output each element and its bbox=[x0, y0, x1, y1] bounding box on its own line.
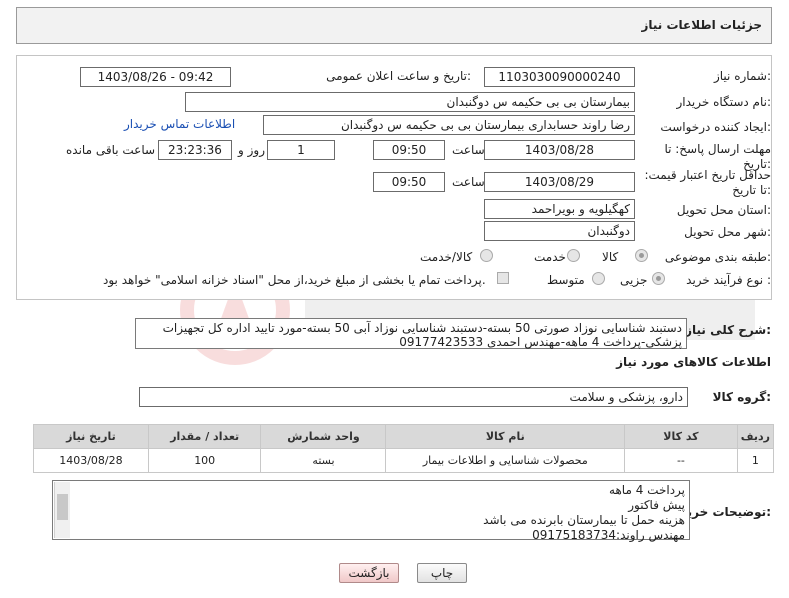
category-service-label: خدمت bbox=[534, 250, 566, 264]
city-field: دوگنبدان bbox=[484, 221, 635, 241]
treasury-checkbox[interactable] bbox=[497, 272, 509, 284]
announce-field: 1403/08/26 - 09:42 bbox=[80, 67, 231, 87]
description-label: شرح کلی نیاز: bbox=[685, 323, 771, 337]
creator-field: رضا راوند حسابداری بیمارستان بی بی حکیمه… bbox=[263, 115, 635, 135]
validity-time-field: 09:50 bbox=[373, 172, 445, 192]
validity-label: حداقل تاریخ اعتبار قیمت: تا تاریخ: bbox=[644, 168, 771, 197]
purchase-type-label: نوع فرآیند خرید : bbox=[686, 273, 771, 287]
col-qty-header: تعداد / مقدار bbox=[147, 424, 262, 449]
creator-label: ایجاد کننده درخواست: bbox=[660, 120, 771, 134]
buyer-note-line: مهندس راوند:09175183734 bbox=[532, 528, 685, 542]
need-number-label: شماره نیاز: bbox=[713, 69, 771, 83]
description-text: دستبند شناسایی نوزاد صورتی 50 بسته-دستبن… bbox=[135, 318, 687, 349]
goods-group-label: گروه کالا: bbox=[712, 390, 771, 404]
days-label: روز و bbox=[238, 143, 265, 157]
col-name-header: نام کالا bbox=[385, 424, 626, 449]
treasury-note: پرداخت تمام یا بخشی از مبلغ خرید،از محل … bbox=[103, 273, 486, 287]
purchase-medium-label: متوسط bbox=[547, 273, 585, 287]
category-service-radio[interactable] bbox=[567, 249, 580, 262]
buyer-org-field: بیمارستان بی بی حکیمه س دوگنبدان bbox=[185, 92, 635, 112]
buyer-note-line: هزینه حمل تا بیمارستان بابرنده می باشد bbox=[483, 513, 685, 527]
col-row-header: ردیف bbox=[736, 424, 775, 449]
remaining-label: ساعت باقی مانده bbox=[66, 143, 156, 157]
cell-code: -- bbox=[624, 448, 738, 473]
table-row: 1 -- محصولات شناسایی و اطلاعات بیمار بست… bbox=[33, 448, 775, 473]
deadline-time-label: ساعت bbox=[452, 143, 485, 157]
category-label: طبقه بندی موضوعی: bbox=[664, 250, 771, 264]
buyer-note-line: پرداخت 4 ماهه bbox=[609, 483, 685, 497]
cell-unit: بسته bbox=[260, 448, 387, 473]
col-unit-header: واحد شمارش bbox=[260, 424, 387, 449]
cell-qty: 100 bbox=[147, 448, 262, 473]
back-button[interactable]: بازگشت bbox=[339, 563, 399, 583]
city-label: شهر محل تحویل: bbox=[684, 225, 771, 239]
announce-label: تاریخ و ساعت اعلان عمومی: bbox=[326, 69, 471, 83]
remaining-time-field: 23:23:36 bbox=[158, 140, 232, 160]
buyer-org-label: نام دستگاه خریدار: bbox=[676, 95, 772, 109]
deadline-date-field: 1403/08/28 bbox=[484, 140, 635, 160]
purchase-medium-radio[interactable] bbox=[592, 272, 605, 285]
purchase-minor-radio[interactable] bbox=[652, 272, 665, 285]
page-header: جزئیات اطلاعات نیاز bbox=[16, 7, 772, 44]
goods-group-field: دارو، پزشکی و سلامت bbox=[139, 387, 688, 407]
category-goods-radio[interactable] bbox=[635, 249, 648, 262]
purchase-minor-label: جزیی bbox=[620, 273, 648, 287]
category-goods-label: کالا bbox=[602, 250, 619, 264]
goods-info-heading: اطلاعات کالاهای مورد نیاز bbox=[616, 355, 771, 369]
cell-name: محصولات شناسایی و اطلاعات بیمار bbox=[385, 448, 626, 473]
print-button[interactable]: چاپ bbox=[417, 563, 467, 583]
notes-scroll-thumb[interactable] bbox=[57, 494, 68, 520]
validity-date-field: 1403/08/29 bbox=[484, 172, 635, 192]
items-table: ردیف کد کالا نام کالا واحد شمارش تعداد /… bbox=[33, 424, 775, 473]
need-number-field: 1103030090000240 bbox=[484, 67, 635, 87]
validity-time-label: ساعت bbox=[452, 175, 485, 189]
category-goods-service-radio[interactable] bbox=[480, 249, 493, 262]
cell-row: 1 bbox=[736, 448, 775, 473]
buyer-notes-box[interactable]: پرداخت 4 ماهه پیش فاکتور هزینه حمل تا بی… bbox=[52, 480, 690, 542]
deadline-time-field: 09:50 bbox=[373, 140, 445, 160]
buyer-contact-link[interactable]: اطلاعات تماس خریدار bbox=[124, 117, 235, 131]
col-date-header: تاریخ نیاز bbox=[33, 424, 149, 449]
cell-date: 1403/08/28 bbox=[33, 448, 149, 473]
page-title: جزئیات اطلاعات نیاز bbox=[641, 18, 762, 32]
category-goods-service-label: کالا/خدمت bbox=[420, 250, 473, 264]
buyer-note-line: پیش فاکتور bbox=[628, 498, 685, 512]
days-field: 1 bbox=[267, 140, 335, 160]
province-label: استان محل تحویل: bbox=[676, 203, 771, 217]
province-field: کهگیلویه و بویراحمد bbox=[484, 199, 635, 219]
col-code-header: کد کالا bbox=[624, 424, 738, 449]
notes-scrollbar[interactable] bbox=[54, 482, 70, 538]
